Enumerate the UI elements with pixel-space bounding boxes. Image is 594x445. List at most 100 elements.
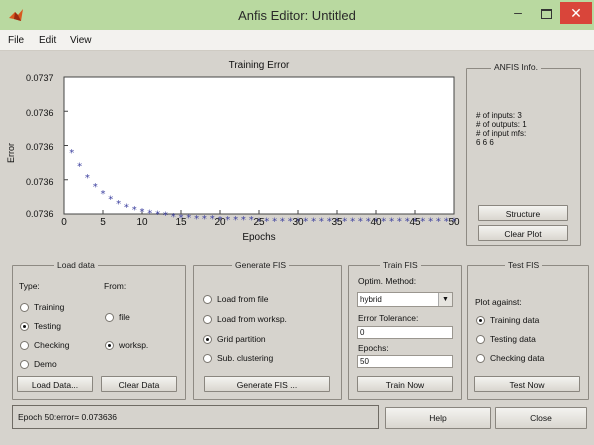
data-point: *: [155, 210, 160, 221]
structure-button[interactable]: Structure: [478, 205, 568, 221]
data-point: *: [69, 148, 74, 159]
menu-edit[interactable]: Edit: [39, 35, 56, 46]
load-data-button[interactable]: Load Data...: [17, 376, 93, 392]
epochs-field[interactable]: 50: [357, 355, 453, 368]
plot-against-label: Plot against:: [475, 297, 522, 307]
close-window-button[interactable]: ✕: [560, 2, 592, 24]
type-label: Type:: [19, 281, 40, 291]
test-now-button[interactable]: Test Now: [474, 376, 580, 392]
radio-training-label: Training: [34, 302, 65, 312]
data-point: *: [124, 203, 129, 214]
radio-sub-clustering[interactable]: [203, 354, 212, 363]
x-tick-label: 15: [175, 217, 187, 228]
info-line: # of outputs: 1: [476, 120, 527, 129]
generate-fis-button[interactable]: Generate FIS ...: [204, 376, 330, 392]
radio-from-workspace-label: worksp.: [119, 340, 149, 350]
x-tick-label: 25: [253, 217, 265, 228]
data-point: *: [202, 214, 207, 225]
y-tick-label: 0.0736: [26, 209, 54, 219]
radio-load-from-workspace-label: Load from worksp.: [217, 314, 287, 324]
x-tick-label: 50: [448, 217, 460, 228]
data-point: *: [194, 214, 199, 225]
error-tolerance-field[interactable]: 0: [357, 326, 453, 339]
radio-from-file-label: file: [119, 312, 130, 322]
optim-method-value: hybrid: [360, 295, 382, 304]
data-point: *: [233, 215, 238, 226]
clear-data-button[interactable]: Clear Data: [101, 376, 177, 392]
test-fis-title: Test FIS: [505, 260, 543, 270]
radio-grid-partition-label: Grid partition: [217, 334, 266, 344]
data-point: *: [428, 216, 433, 227]
train-fis-title: Train FIS: [380, 260, 421, 270]
minimize-button[interactable]: –: [505, 4, 531, 24]
data-point: *: [311, 216, 316, 227]
x-tick-label: 0: [61, 217, 67, 228]
minimize-icon: –: [514, 4, 522, 20]
data-point: *: [397, 216, 402, 227]
maximize-button[interactable]: [533, 4, 559, 24]
radio-checking-data[interactable]: [476, 354, 485, 363]
menu-view[interactable]: View: [70, 35, 92, 46]
generate-fis-title: Generate FIS: [232, 260, 290, 270]
close-icon: ✕: [570, 5, 582, 21]
x-tick-label: 35: [331, 217, 343, 228]
help-button[interactable]: Help: [385, 407, 491, 429]
radio-checking[interactable]: [20, 341, 29, 350]
data-point: *: [85, 173, 90, 184]
x-axis-label: Epochs: [242, 232, 276, 243]
radio-checking-label: Checking: [34, 340, 70, 350]
chevron-down-icon: ▼: [438, 293, 452, 306]
from-label: From:: [104, 281, 127, 291]
y-axis-label: Error: [6, 143, 16, 163]
radio-from-file[interactable]: [105, 313, 114, 322]
data-point: *: [319, 216, 324, 227]
data-point: *: [108, 195, 113, 206]
data-point: *: [241, 215, 246, 226]
y-tick-label: 0.0736: [26, 108, 54, 118]
radio-demo-label: Demo: [34, 359, 57, 369]
radio-from-workspace[interactable]: [105, 341, 114, 350]
anfis-info-title: ANFIS Info.: [491, 62, 541, 72]
radio-testing-label: Testing: [34, 321, 61, 331]
x-tick-label: 20: [214, 217, 226, 228]
y-tick-label: 0.0737: [26, 73, 54, 83]
optim-method-label: Optim. Method:: [358, 276, 417, 286]
data-point: *: [163, 211, 168, 222]
data-point: *: [272, 216, 277, 227]
data-point: *: [350, 216, 355, 227]
x-tick-label: 5: [100, 217, 106, 228]
radio-training-data-label: Training data: [490, 315, 540, 325]
optim-method-select[interactable]: hybrid ▼: [357, 292, 453, 307]
anfis-info-text: # of inputs: 3 # of outputs: 1 # of inpu…: [476, 111, 527, 147]
y-tick-label: 0.0736: [26, 142, 54, 152]
y-tick-label: 0.0736: [26, 177, 54, 187]
menu-file[interactable]: File: [8, 35, 24, 46]
data-point: *: [280, 216, 285, 227]
clear-plot-button[interactable]: Clear Plot: [478, 225, 568, 241]
error-tolerance-label: Error Tolerance:: [358, 313, 419, 323]
radio-checking-data-label: Checking data: [490, 353, 545, 363]
radio-testing[interactable]: [20, 322, 29, 331]
maximize-icon: [540, 9, 552, 19]
data-point: *: [358, 216, 363, 227]
radio-grid-partition[interactable]: [203, 335, 212, 344]
radio-testing-data[interactable]: [476, 335, 485, 344]
close-button[interactable]: Close: [495, 407, 587, 429]
info-line: 6 6 6: [476, 138, 494, 147]
radio-load-from-workspace[interactable]: [203, 315, 212, 324]
x-tick-label: 30: [292, 217, 304, 228]
radio-training[interactable]: [20, 303, 29, 312]
radio-training-data[interactable]: [476, 316, 485, 325]
info-line: # of input mfs:: [476, 129, 527, 138]
plot-axes-box: [63, 76, 455, 215]
x-tick-label: 40: [370, 217, 382, 228]
radio-load-from-file[interactable]: [203, 295, 212, 304]
radio-demo[interactable]: [20, 360, 29, 369]
status-message: Epoch 50:error= 0.073636: [18, 412, 118, 422]
data-point: *: [101, 189, 106, 200]
radio-load-from-file-label: Load from file: [217, 294, 269, 304]
train-now-button[interactable]: Train Now: [357, 376, 453, 392]
data-point: *: [389, 216, 394, 227]
data-point: *: [116, 199, 121, 210]
x-tick-label: 45: [409, 217, 421, 228]
